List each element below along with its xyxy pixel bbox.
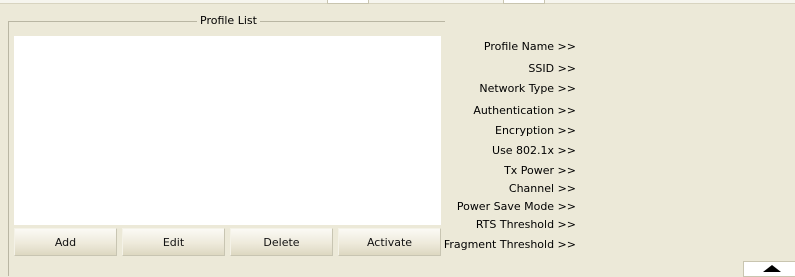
channel-label: Channel >> (508, 182, 576, 195)
authentication-label: Authentication >> (473, 104, 576, 117)
encryption-label: Encryption >> (495, 124, 576, 137)
top-tab-strip (0, 0, 795, 4)
tx-power-label: Tx Power >> (504, 164, 576, 177)
profile-listbox[interactable] (14, 36, 441, 225)
profile-list-title: Profile List (197, 14, 260, 28)
top-tab[interactable] (503, 0, 545, 4)
profile-name-label: Profile Name >> (483, 40, 576, 53)
activate-button[interactable]: Activate (338, 228, 441, 256)
use-8021x-label: Use 802.1x >> (492, 144, 576, 157)
delete-button[interactable]: Delete (230, 228, 333, 256)
fragment-threshold-label: Fragment Threshold >> (443, 238, 576, 251)
up-arrow-icon (763, 265, 781, 272)
ssid-label: SSID >> (528, 62, 576, 75)
top-tab[interactable] (327, 0, 369, 4)
power-save-mode-label: Power Save Mode >> (456, 200, 576, 213)
rts-threshold-label: RTS Threshold >> (475, 218, 576, 231)
scroll-up-button[interactable] (743, 261, 795, 277)
network-type-label: Network Type >> (479, 82, 576, 95)
add-button[interactable]: Add (14, 228, 117, 256)
edit-button[interactable]: Edit (122, 228, 225, 256)
